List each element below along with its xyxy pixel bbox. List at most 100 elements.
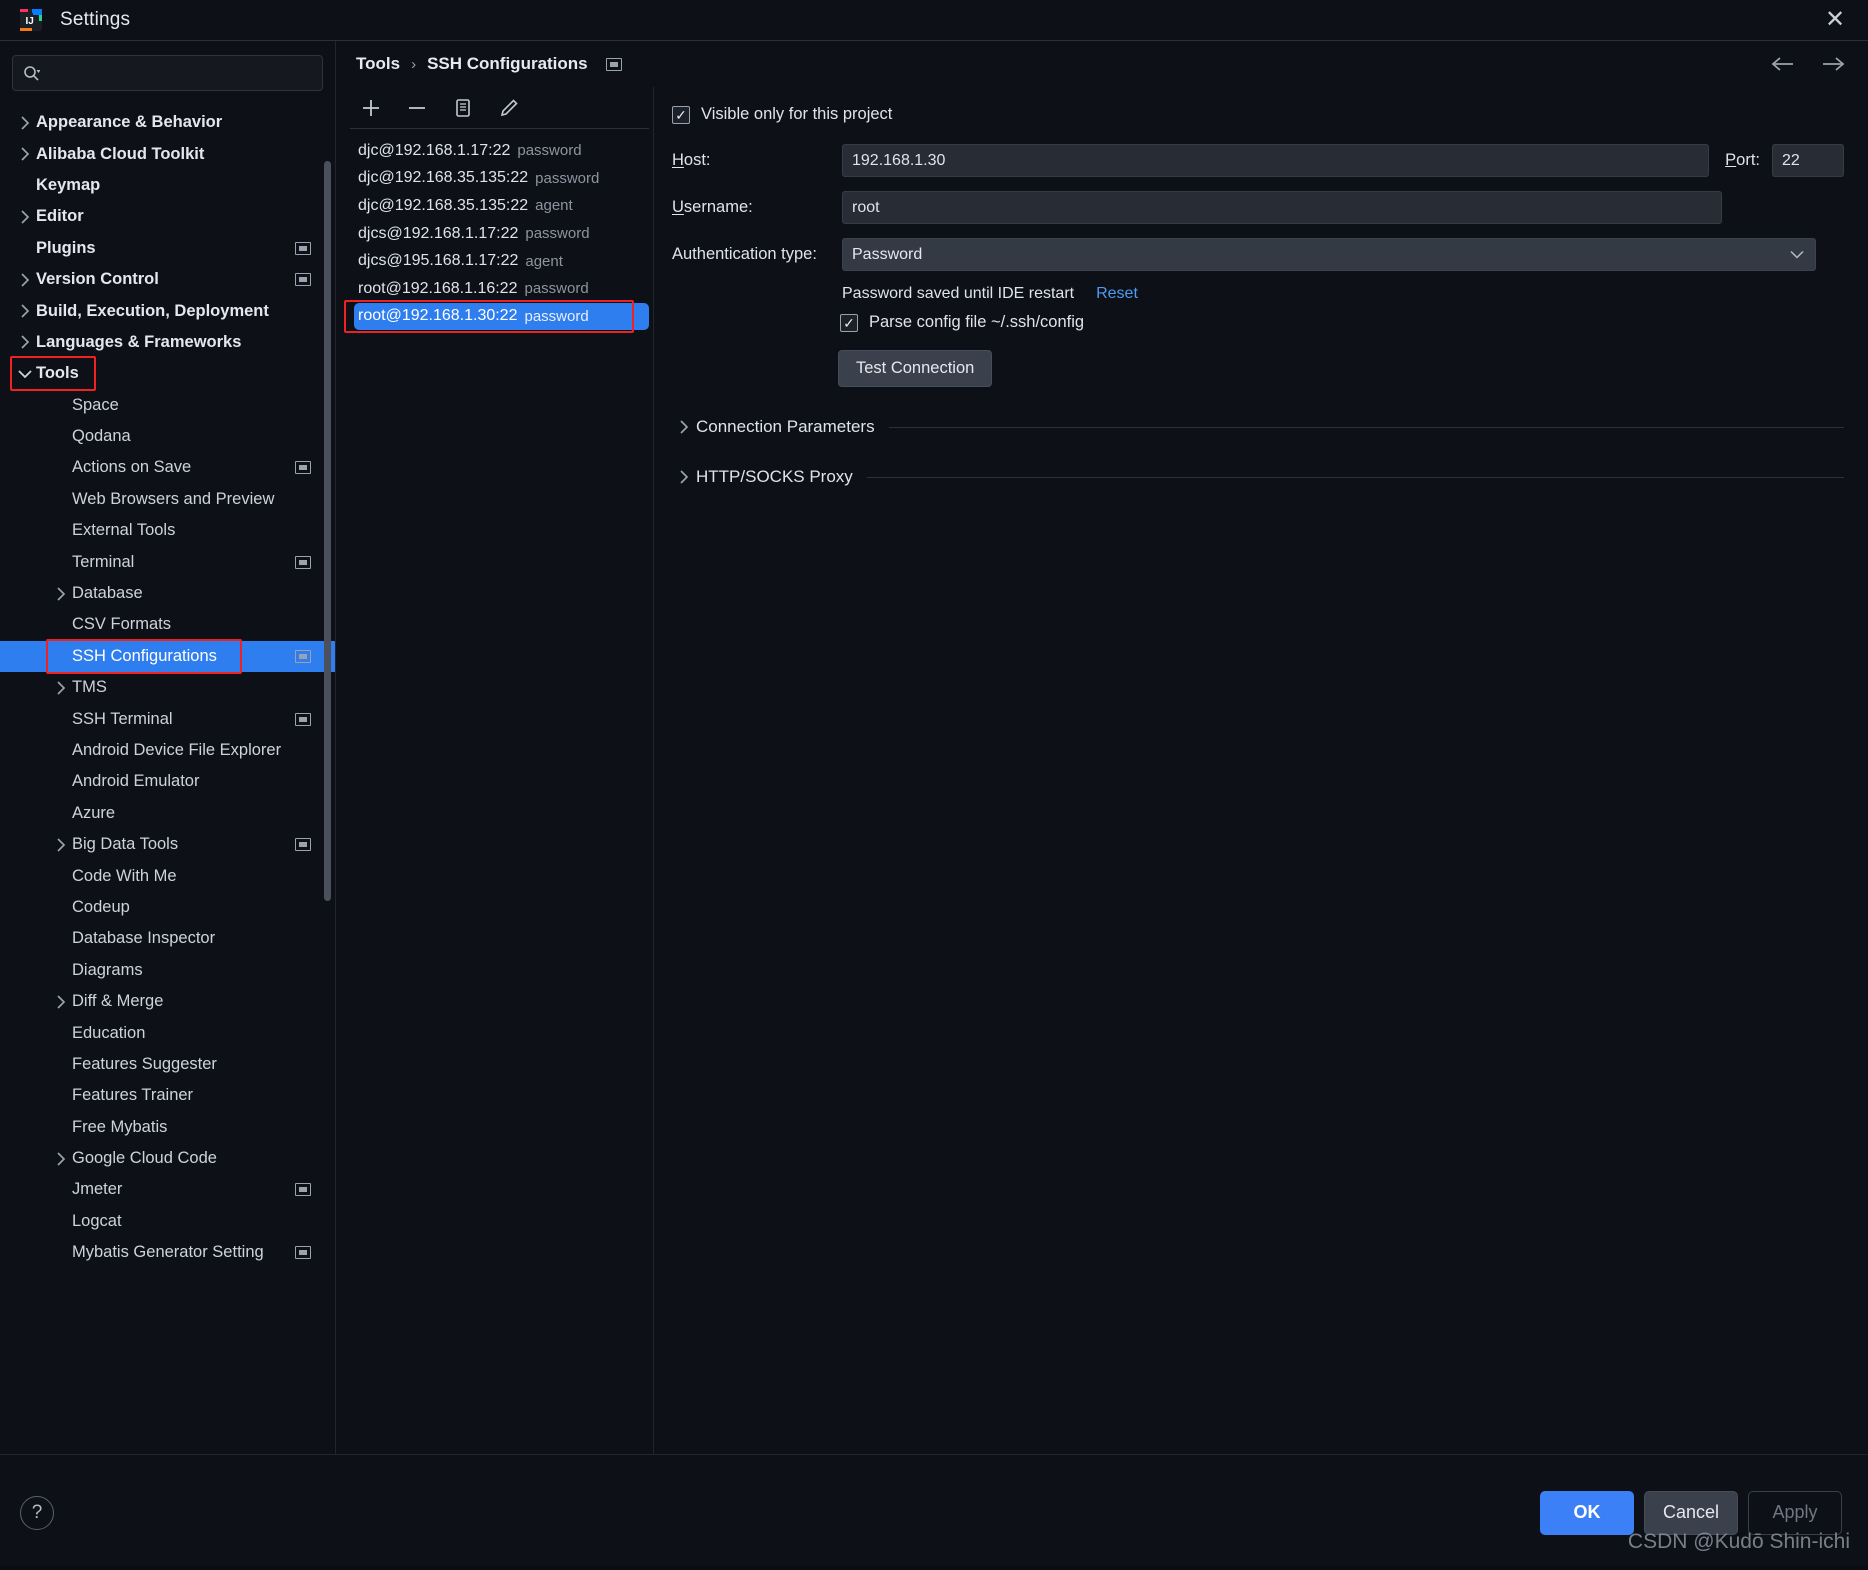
visible-only-label: Visible only for this project (701, 105, 893, 123)
arrow-left-icon[interactable] (1770, 56, 1796, 72)
pencil-icon[interactable] (496, 95, 522, 121)
settings-sync-icon[interactable] (295, 1246, 311, 1260)
visible-only-checkbox[interactable]: ✓ (672, 105, 690, 124)
ssh-config-item[interactable]: djc@192.168.1.17:22 password (350, 137, 653, 165)
host-input[interactable] (842, 144, 1710, 177)
sidebar-item-label: Web Browsers and Preview (72, 489, 275, 508)
sidebar-item-appearance-behavior[interactable]: Appearance & Behavior (0, 107, 335, 138)
sidebar-item-terminal[interactable]: Terminal (0, 546, 335, 577)
sidebar-item-android-device-file-explorer[interactable]: Android Device File Explorer (0, 735, 335, 766)
sidebar-item-label: Build, Execution, Deployment (36, 301, 269, 320)
settings-sync-icon[interactable] (295, 555, 311, 569)
sidebar-item-features-trainer[interactable]: Features Trainer (0, 1080, 335, 1111)
intellij-idea-icon: IJ (18, 7, 44, 33)
sidebar-item-code-with-me[interactable]: Code With Me (0, 860, 335, 891)
port-input[interactable] (1772, 144, 1844, 177)
sidebar-item-label: Features Trainer (72, 1086, 194, 1105)
settings-sync-icon[interactable] (295, 838, 311, 852)
port-label: Port: (1725, 151, 1760, 169)
sidebar-item-keymap[interactable]: Keymap (0, 170, 335, 201)
sidebar-item-diff-merge[interactable]: Diff & Merge (0, 986, 335, 1017)
nav-arrows (1770, 41, 1846, 87)
breadcrumb-item-tools[interactable]: Tools (356, 54, 400, 74)
parse-config-checkbox[interactable]: ✓ (840, 313, 858, 332)
sidebar-item-ssh-configurations[interactable]: SSH Configurations (0, 640, 335, 673)
apply-button[interactable]: Apply (1748, 1490, 1842, 1535)
sidebar-item-web-browsers-and-preview[interactable]: Web Browsers and Preview (0, 484, 335, 515)
sidebar-item-label: Diff & Merge (72, 992, 164, 1011)
copy-icon[interactable] (450, 95, 476, 121)
settings-sync-icon[interactable] (295, 273, 311, 287)
plus-icon[interactable] (358, 95, 384, 121)
sidebar-item-editor[interactable]: Editor (0, 201, 335, 232)
sidebar-item-plugins[interactable]: Plugins (0, 233, 335, 264)
auth-type-select[interactable]: Password (842, 238, 1816, 271)
sidebar-item-ssh-terminal[interactable]: SSH Terminal (0, 703, 335, 734)
ssh-config-item[interactable]: djcs@195.168.1.17:22 agent (350, 247, 653, 275)
sidebar-item-codeup[interactable]: Codeup (0, 892, 335, 923)
sidebar-item-tools[interactable]: Tools (0, 358, 335, 389)
section-divider (866, 476, 1844, 478)
chevron-right-icon (50, 837, 72, 853)
ssh-config-item-auth: password (524, 280, 589, 298)
sidebar-item-big-data-tools[interactable]: Big Data Tools (0, 829, 335, 860)
sidebar-scrollbar[interactable] (324, 161, 331, 901)
minus-icon[interactable] (404, 95, 430, 121)
sidebar-item-label: Android Device File Explorer (72, 741, 282, 759)
ok-button[interactable]: OK (1539, 1490, 1634, 1535)
svg-text:IJ: IJ (26, 16, 34, 27)
sidebar-item-label: Google Cloud Code (72, 1149, 217, 1168)
sidebar-item-google-cloud-code[interactable]: Google Cloud Code (0, 1143, 335, 1174)
sidebar-item-version-control[interactable]: Version Control (0, 264, 335, 295)
ssh-config-item[interactable]: djc@192.168.35.135:22 password (350, 165, 653, 193)
settings-sync-icon[interactable] (295, 649, 311, 663)
ssh-config-item[interactable]: djc@192.168.35.135:22 agent (350, 192, 653, 220)
ssh-config-item-auth: agent (525, 252, 563, 270)
ssh-config-item[interactable]: djcs@192.168.1.17:22 password (350, 220, 653, 248)
search-input[interactable] (46, 63, 312, 83)
sidebar-item-label: Version Control (36, 270, 159, 289)
sidebar-item-logcat[interactable]: Logcat (0, 1206, 335, 1237)
sidebar-item-jmeter[interactable]: Jmeter (0, 1174, 335, 1205)
sidebar-item-actions-on-save[interactable]: Actions on Save (0, 452, 335, 483)
sidebar-item-education[interactable]: Education (0, 1017, 335, 1048)
sidebar-item-languages-frameworks[interactable]: Languages & Frameworks (0, 327, 335, 358)
close-icon[interactable]: ✕ (1812, 2, 1858, 38)
sidebar-item-space[interactable]: Space (0, 390, 335, 421)
settings-sync-icon[interactable] (295, 712, 311, 726)
username-input[interactable] (842, 191, 1722, 224)
sidebar-item-csv-formats[interactable]: CSV Formats (0, 609, 335, 640)
section-http-socks-proxy[interactable]: HTTP/SOCKS Proxy (672, 467, 1844, 487)
sidebar-item-diagrams[interactable]: Diagrams (0, 955, 335, 986)
sidebar-item-mybatis-generator-setting[interactable]: Mybatis Generator Setting (0, 1237, 335, 1268)
sidebar-item-label: Editor (36, 207, 84, 226)
settings-sync-icon[interactable] (295, 241, 311, 255)
host-label: Host: (672, 151, 711, 169)
settings-detail-pane: Tools › SSH Configurations djc@192.168.1… (336, 41, 1868, 1454)
ssh-config-item[interactable]: root@192.168.1.30:22 password (354, 302, 649, 331)
settings-sync-icon[interactable] (295, 1183, 311, 1197)
section-connection-parameters[interactable]: Connection Parameters (672, 417, 1844, 437)
sidebar-item-qodana[interactable]: Qodana (0, 421, 335, 452)
sidebar-item-database-inspector[interactable]: Database Inspector (0, 923, 335, 954)
sidebar-item-tms[interactable]: TMS (0, 672, 335, 703)
search-box[interactable] (12, 55, 323, 91)
sidebar-item-build-execution-deployment[interactable]: Build, Execution, Deployment (0, 295, 335, 326)
settings-sync-icon[interactable] (605, 57, 622, 71)
sidebar-item-label: TMS (72, 678, 107, 697)
sidebar-item-database[interactable]: Database (0, 578, 335, 609)
sidebar-item-azure[interactable]: Azure (0, 798, 335, 829)
sidebar-item-external-tools[interactable]: External Tools (0, 515, 335, 546)
ssh-config-item[interactable]: root@192.168.1.16:22 password (350, 275, 653, 303)
ssh-config-item-auth: agent (535, 197, 573, 215)
sidebar-item-features-suggester[interactable]: Features Suggester (0, 1049, 335, 1080)
sidebar-item-android-emulator[interactable]: Android Emulator (0, 766, 335, 797)
sidebar-item-free-mybatis[interactable]: Free Mybatis (0, 1112, 335, 1143)
settings-sync-icon[interactable] (295, 461, 311, 475)
reset-password-link[interactable]: Reset (1096, 285, 1138, 303)
help-icon[interactable]: ? (20, 1495, 54, 1530)
sidebar-item-alibaba-cloud-toolkit[interactable]: Alibaba Cloud Toolkit (0, 138, 335, 169)
arrow-right-icon[interactable] (1820, 56, 1846, 72)
cancel-button[interactable]: Cancel (1643, 1490, 1738, 1535)
test-connection-button[interactable]: Test Connection (838, 350, 993, 387)
